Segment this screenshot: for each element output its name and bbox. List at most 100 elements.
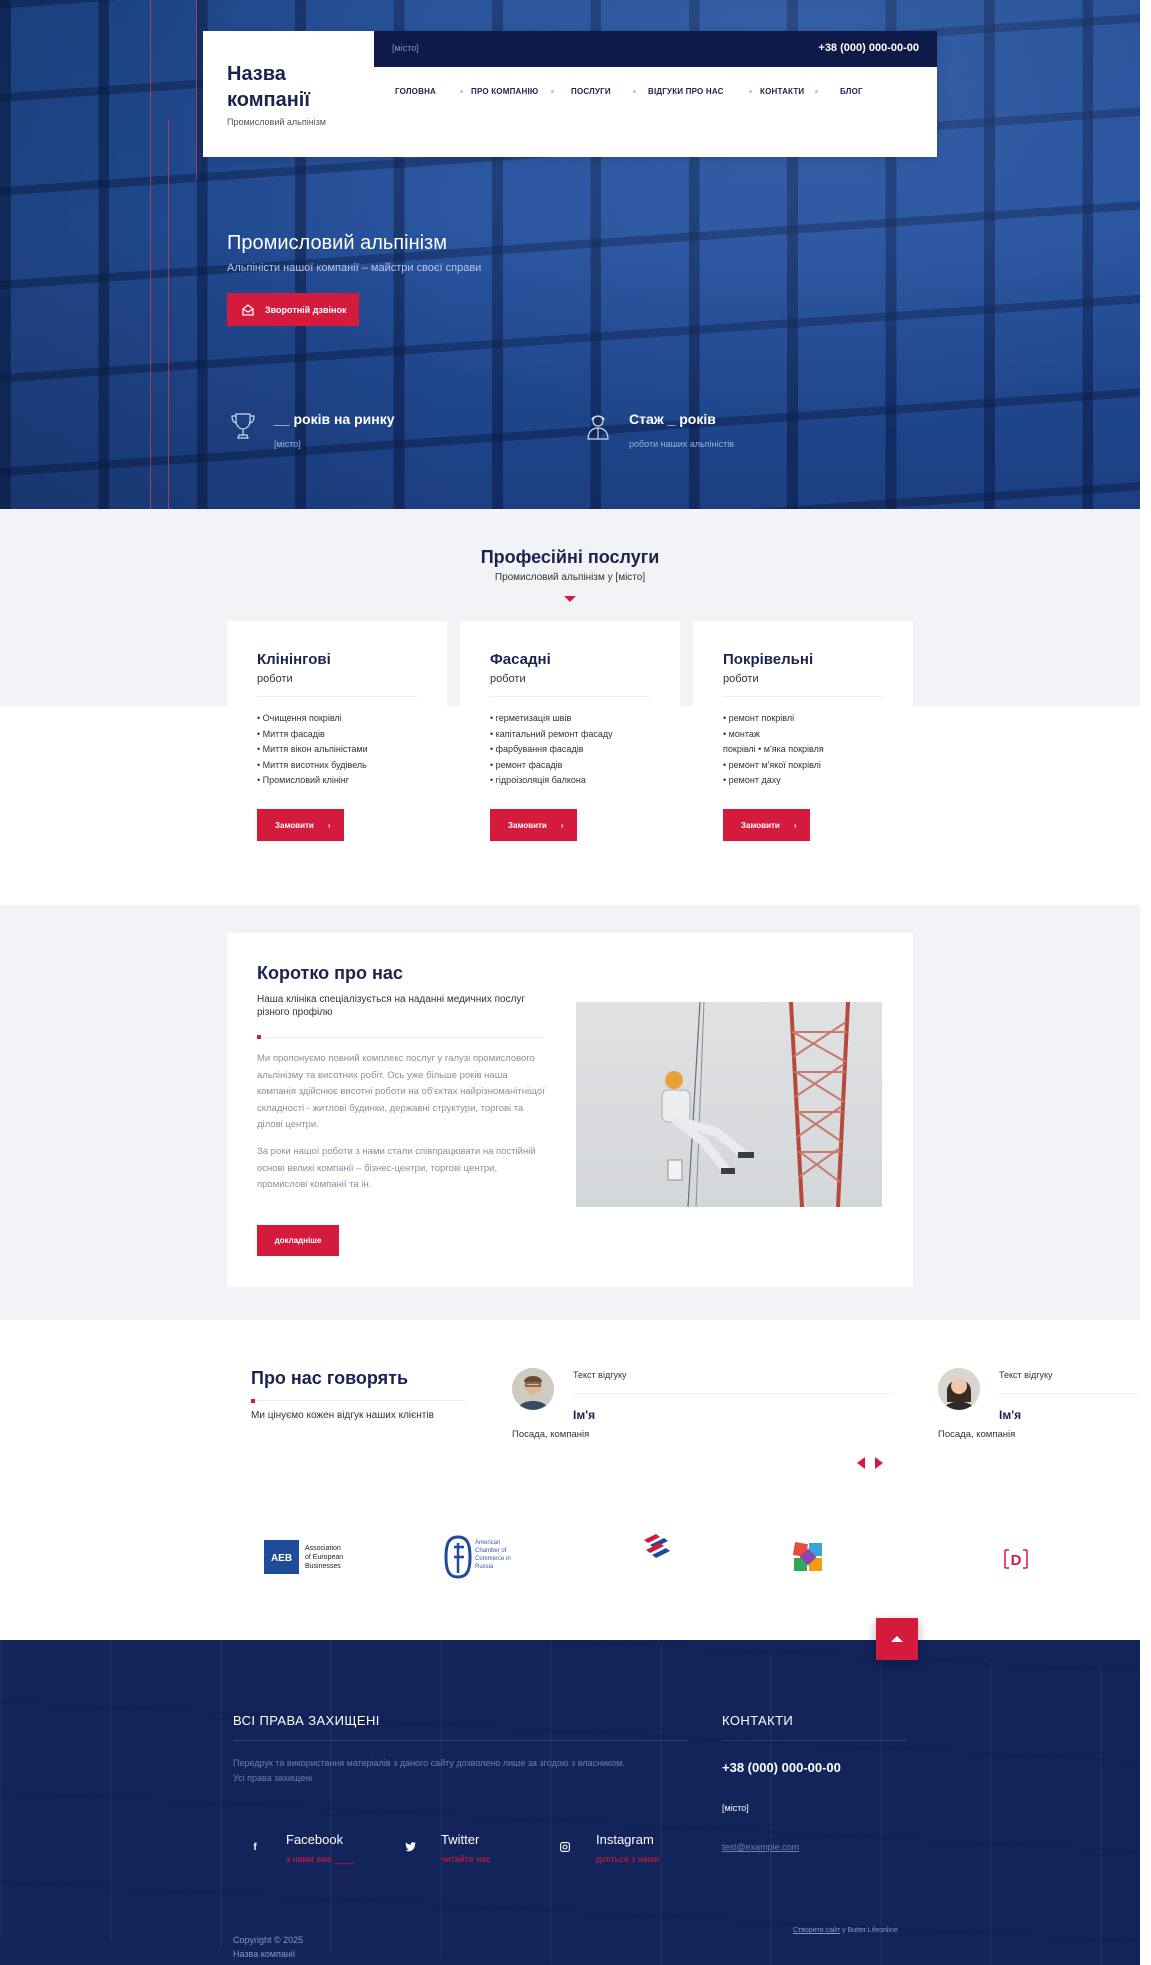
arrow-up-icon	[891, 1636, 903, 1642]
partner-logo-d[interactable]: D	[1003, 1548, 1029, 1575]
service-card-subtitle: роботи	[723, 673, 759, 685]
next-arrow-icon[interactable]	[875, 1457, 883, 1469]
nav-about[interactable]: ПРО КОМПАНІЮ	[471, 87, 538, 96]
nav-services[interactable]: ПОСЛУГИ	[571, 87, 611, 96]
aeb-badge: AEB	[271, 1553, 292, 1564]
company-tagline: Промисловий альпінізм	[227, 117, 326, 127]
service-list: • Очищення покрівлі • Миття фасадів • Ми…	[257, 711, 368, 789]
social-name: Twitter	[441, 1832, 480, 1847]
twitter-icon	[403, 1840, 417, 1854]
site-footer	[0, 1640, 1140, 1965]
stat-caption: роботи наших альпіністів	[629, 439, 735, 449]
amcham-line: Commerce in	[475, 1556, 511, 1562]
partner-logo-aeb[interactable]: AEB Association of European Businesses	[264, 1538, 354, 1581]
about-subtitle: Наша клініка спеціалізується на наданні …	[257, 994, 526, 1018]
more-button[interactable]: докладніше	[257, 1225, 339, 1256]
social-sub: читайте нас	[441, 1854, 491, 1864]
social-name: Facebook	[286, 1832, 344, 1847]
about-title: Коротко про нас	[257, 963, 403, 983]
list-item: • Очищення покрівлі	[257, 713, 342, 723]
list-item: • Миття висотних будівель	[257, 759, 367, 770]
hero-title: Промисловий альпінізм	[227, 232, 447, 254]
list-item: • герметизація швів	[490, 713, 572, 723]
nav-contacts[interactable]: КОНТАКТИ	[760, 87, 804, 96]
stat-caption: [місто]	[274, 439, 301, 449]
list-item: • Миття вікон альпіністами	[257, 744, 368, 754]
social-sub: діліться з нами	[596, 1854, 660, 1864]
copyright-text: Copyright © 2025	[233, 1935, 304, 1945]
header-topbar: [місто] +38 (000) 000-00-00	[374, 31, 937, 67]
list-item: • ремонт покрівлі	[723, 713, 795, 723]
footer-copyright: Copyright © 2025 Назва компанії	[233, 1933, 303, 1961]
callback-button[interactable]: Зворотній дзвінок	[227, 293, 359, 326]
review-text: Текст відгуку	[573, 1370, 627, 1380]
nav-reviews[interactable]: ВІДГУКИ ПРО НАС	[648, 87, 724, 96]
list-item: • монтаж	[723, 728, 760, 739]
review-text: Текст відгуку	[999, 1370, 1053, 1380]
list-item: • ремонт м'якої покрівлі	[723, 759, 821, 770]
testimonials-subtitle: Ми цінуємо кожен відгук наших клієнтів	[251, 1410, 434, 1421]
footer-phone[interactable]: +38 (000) 000-00-00	[722, 1760, 841, 1775]
trophy-icon	[231, 413, 255, 439]
service-card-facade: Фасадні роботи • герметизація швів • кап…	[460, 621, 680, 881]
nav-blog[interactable]: БЛОГ	[840, 87, 863, 96]
service-list: • ремонт покрівлі • монтаж покрівлі • м'…	[723, 711, 824, 789]
order-button[interactable]: Замовити ›	[723, 809, 810, 841]
stat-value: __ років на ринку	[274, 411, 395, 427]
create-site-link[interactable]: Створити сайт	[793, 1927, 840, 1934]
chevron-right-icon: ›	[327, 820, 331, 830]
order-button[interactable]: Замовити ›	[257, 809, 344, 841]
service-card-title: Покрівельні	[723, 651, 814, 668]
order-button-label: Замовити	[275, 820, 314, 830]
service-card-cleaning: Клінінгові роботи • Очищення покрівлі • …	[227, 621, 447, 881]
order-button-label: Замовити	[508, 820, 547, 830]
order-button[interactable]: Замовити ›	[490, 809, 577, 841]
worker-icon	[587, 415, 609, 440]
partner-logo-4[interactable]	[792, 1541, 824, 1578]
services-title: Професійні послуги	[480, 547, 660, 567]
service-card-subtitle: роботи	[490, 673, 526, 685]
about-paragraph: Ми пропонуємо повний комплекс послуг у г…	[257, 1053, 545, 1130]
facebook-icon: f	[253, 1841, 257, 1853]
list-item: • Миття фасадів	[257, 728, 325, 739]
list-item: • ремонт даху	[723, 775, 781, 785]
list-item: • капітальний ремонт фасаду	[490, 728, 613, 739]
hero-subtitle: Альпіністи нашої компанії – майстри своє…	[227, 262, 482, 274]
chevron-right-icon: ›	[793, 820, 797, 830]
footer-email-link[interactable]: test@example.com	[722, 1842, 799, 1852]
prev-arrow-icon[interactable]	[857, 1457, 865, 1469]
rope-decoration	[150, 0, 151, 509]
service-card-roofing: Покрівельні роботи • ремонт покрівлі • м…	[693, 621, 913, 881]
service-card-subtitle: роботи	[257, 673, 293, 685]
company-name: Назва компанії	[227, 63, 310, 111]
callback-button-label: Зворотній дзвінок	[265, 304, 347, 315]
chevron-right-icon: ›	[560, 820, 564, 830]
rope-decoration	[196, 0, 197, 180]
nav-home[interactable]: ГОЛОВНА	[395, 87, 436, 96]
list-item: • гідроізоляція балкона	[490, 775, 586, 785]
climber-illustration	[661, 1002, 850, 1207]
order-button-label: Замовити	[741, 820, 780, 830]
d-logo-letter: D	[1011, 1552, 1022, 1569]
list-item: • фарбування фасадів	[490, 744, 584, 754]
logo[interactable]: Назва компанії Промисловий альпінізм	[203, 31, 374, 157]
header-phone[interactable]: +38 (000) 000-00-00	[818, 42, 919, 54]
aeb-line: Association	[305, 1545, 341, 1552]
about-paragraph: За роки нашої роботи з нами стали співпр…	[257, 1146, 536, 1190]
partner-logo-3[interactable]	[640, 1530, 674, 1565]
amcham-line: Russia	[475, 1564, 494, 1570]
made-with-text: у Butter.Lifeonline	[842, 1927, 898, 1934]
about-card: Коротко про нас Наша клініка спеціалізує…	[227, 933, 913, 1287]
copyright-company: Назва компанії	[233, 1949, 296, 1959]
amcham-line: Chamber of	[475, 1548, 507, 1554]
social-sub: з нами вже ____	[286, 1854, 355, 1864]
aeb-line: of European	[305, 1554, 343, 1561]
review-name: Ім'я	[999, 1408, 1022, 1422]
list-item: покрівлі • м'яка покрівля	[723, 744, 824, 754]
triangle-marker-icon	[564, 596, 576, 602]
header-city: [місто]	[392, 43, 419, 53]
social-name: Instagram	[596, 1832, 654, 1847]
testimonials-title: Про нас говорять	[251, 1368, 409, 1388]
scroll-to-top-button[interactable]	[876, 1618, 918, 1660]
partner-logo-amcham[interactable]: American Chamber of Commerce in Russia	[444, 1533, 524, 1586]
